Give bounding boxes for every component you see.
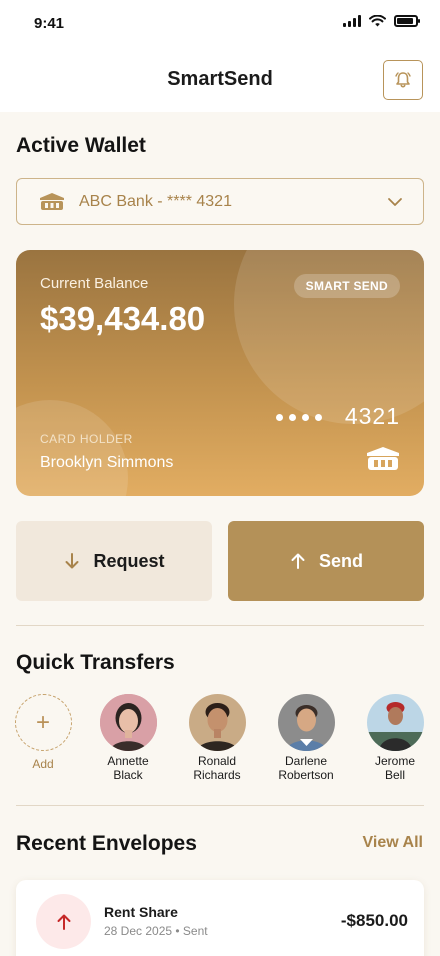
contact-name: Jerome Bell — [374, 754, 415, 782]
smart-send-badge: SMART SEND — [293, 274, 400, 298]
contact-item[interactable]: Jerome Bell — [355, 694, 435, 782]
balance-card[interactable]: Current Balance $39,434.80 SMART SEND 43… — [16, 250, 424, 496]
active-wallet-title: Active Wallet — [16, 134, 146, 157]
contact-item[interactable]: Annette Black — [88, 694, 168, 782]
app-header: SmartSend — [0, 48, 440, 112]
bank-icon — [40, 192, 64, 210]
arrow-up-icon — [291, 553, 305, 569]
card-number-mask — [276, 414, 322, 421]
wifi-icon — [369, 15, 386, 27]
balance-label: Current Balance — [40, 275, 149, 292]
status-icons — [343, 15, 420, 27]
envelope-meta: 28 Dec 2025 • Sent — [104, 924, 208, 938]
notifications-button[interactable] — [383, 60, 423, 100]
avatar — [277, 694, 335, 751]
quick-transfers-title: Quick Transfers — [16, 651, 175, 674]
recent-envelopes-title: Recent Envelopes — [16, 832, 197, 855]
envelope-list-item[interactable]: Rent Share 28 Dec 2025 • Sent -$850.00 — [16, 880, 424, 956]
status-time: 9:41 — [34, 15, 65, 32]
wallet-selected-value: ABC Bank - **** 4321 — [79, 192, 232, 210]
avatar — [366, 694, 424, 751]
balance-amount: $39,434.80 — [40, 300, 206, 337]
contact-name: Ronald Richards — [193, 754, 241, 782]
contact-name: Darlene Robertson — [278, 754, 334, 782]
chevron-down-icon — [388, 197, 402, 206]
quick-transfer-contacts: + Add Annette Black Ronald Richards Darl… — [14, 694, 434, 794]
card-decoration-circle — [16, 400, 128, 496]
signal-icon — [343, 15, 361, 27]
app-title: SmartSend — [167, 68, 273, 90]
envelope-title: Rent Share — [104, 904, 178, 920]
arrow-down-icon — [65, 553, 79, 569]
avatar — [99, 694, 157, 751]
envelope-amount: -$850.00 — [340, 911, 408, 930]
battery-icon — [394, 15, 420, 27]
avatar — [188, 694, 246, 751]
send-button-label: Send — [318, 550, 363, 571]
status-bar: 9:41 — [0, 0, 440, 48]
card-last4: 4321 — [344, 403, 400, 429]
view-all-link[interactable]: View All — [363, 834, 423, 852]
add-contact-label: Add — [32, 757, 54, 771]
card-holder-name: Brooklyn Simmons — [40, 454, 174, 471]
divider — [16, 625, 424, 626]
wallet-select[interactable]: ABC Bank - **** 4321 — [16, 178, 424, 225]
divider — [16, 805, 424, 806]
sent-arrow-icon — [36, 894, 91, 949]
bell-icon — [395, 72, 411, 88]
add-contact-button[interactable]: + Add — [3, 694, 83, 771]
contact-item[interactable]: Ronald Richards — [177, 694, 257, 782]
request-button[interactable]: Request — [16, 521, 212, 601]
request-button-label: Request — [93, 550, 165, 571]
contact-name: Annette Black — [107, 754, 149, 782]
card-holder-label: CARD HOLDER — [40, 432, 133, 446]
contact-item[interactable]: Darlene Robertson — [266, 694, 346, 782]
send-button[interactable]: Send — [228, 521, 424, 601]
plus-icon: + — [14, 694, 72, 751]
bank-icon — [367, 447, 399, 470]
